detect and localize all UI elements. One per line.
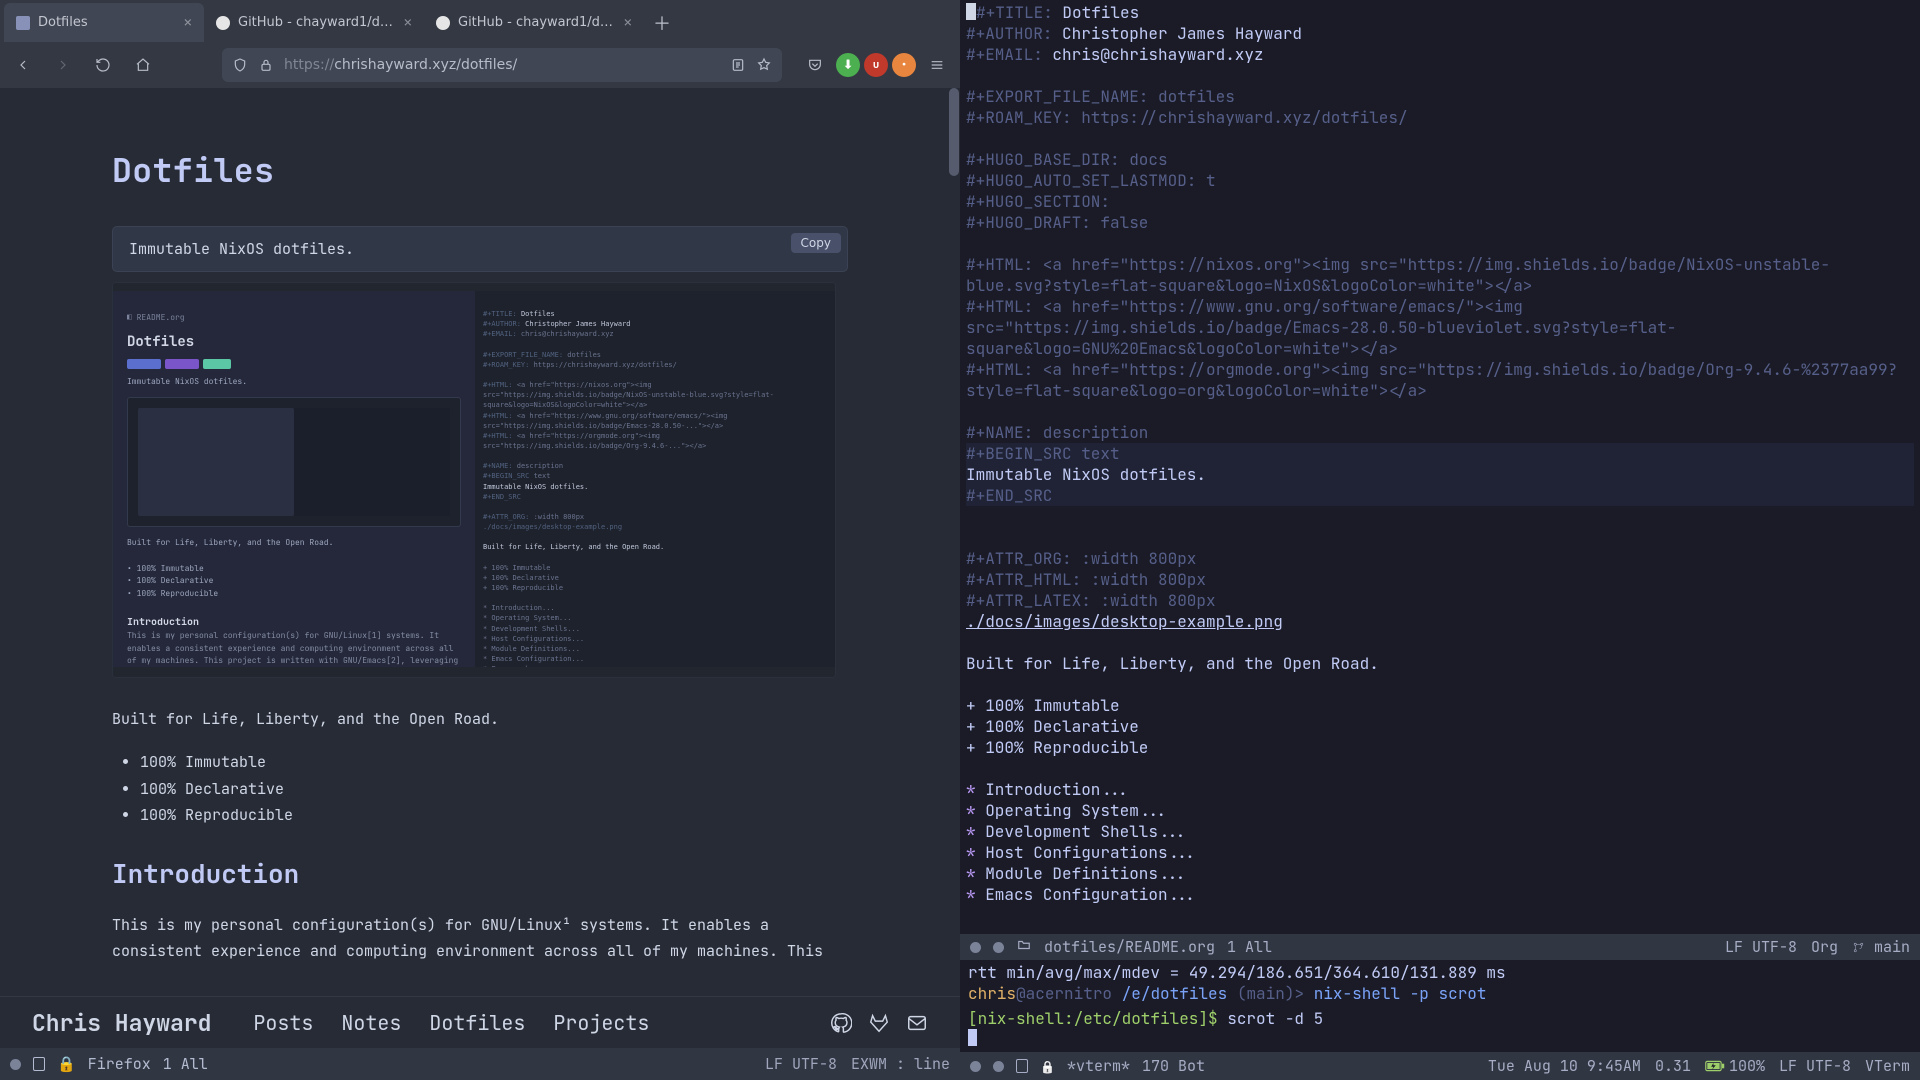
folder-icon <box>1016 937 1032 957</box>
new-tab-button[interactable]: ＋ <box>644 3 680 42</box>
github-icon[interactable] <box>830 1012 852 1034</box>
status-dot-icon <box>10 1059 21 1070</box>
status-dot-icon <box>993 942 1004 953</box>
lock-icon <box>1040 1056 1055 1076</box>
buffer-path: dotfiles/README.org <box>1044 937 1215 957</box>
modeline-vterm: *vterm* 170 Bot Tue Aug 10 9:45AM 0.31 1… <box>960 1052 1920 1080</box>
code-text: Immutable NixOS dotfiles. <box>129 239 831 259</box>
list-item: 100% Reproducible <box>140 802 848 828</box>
lock-icon <box>258 57 274 73</box>
major-mode: Org <box>1811 937 1838 957</box>
firefox-toolbar: https://chrishayward.xyz/dotfiles/ ⬇ u • <box>0 42 960 88</box>
url-text: https://chrishayward.xyz/dotfiles/ <box>284 57 720 73</box>
nav-link-posts[interactable]: Posts <box>253 1010 313 1036</box>
bookmark-star-icon[interactable] <box>756 57 772 73</box>
forward-button[interactable] <box>46 48 80 82</box>
favicon-icon <box>216 16 230 30</box>
coding: LF UTF-8 <box>1779 1056 1851 1076</box>
position: 170 Bot <box>1142 1056 1205 1076</box>
copy-button[interactable]: Copy <box>791 233 841 253</box>
status-dot-icon <box>970 942 981 953</box>
nav-link-projects[interactable]: Projects <box>553 1010 649 1036</box>
modeline-firefox: 🔒 Firefox 1 All LF UTF-8 EXWM : line <box>0 1048 960 1080</box>
feature-list: 100% Immutable 100% Declarative 100% Rep… <box>140 749 848 828</box>
close-icon[interactable]: ✕ <box>624 14 632 32</box>
desktop-screenshot-image: ◧ README.org Dotfiles Immutable NixOS do… <box>112 282 836 678</box>
buffer-name: *vterm* <box>1067 1056 1130 1076</box>
extension-icon[interactable]: • <box>892 53 916 77</box>
list-item: 100% Immutable <box>140 749 848 775</box>
close-icon[interactable]: ✕ <box>184 14 192 32</box>
tagline: Built for Life, Liberty, and the Open Ro… <box>112 708 848 731</box>
firefox-window: Dotfiles ✕ GitHub - chayward1/dotf… ✕ Gi… <box>0 0 960 1080</box>
major-mode: EXWM : line <box>851 1054 950 1074</box>
gitlab-icon[interactable] <box>868 1012 890 1034</box>
page-viewport: Dotfiles Copy Immutable NixOS dotfiles. … <box>0 88 960 996</box>
battery-indicator: 100% <box>1705 1056 1765 1076</box>
coding: LF UTF-8 <box>1725 937 1797 957</box>
position: 1 All <box>163 1054 208 1074</box>
tab-label: GitHub - chayward1/dotf… <box>458 15 616 30</box>
page-title: Dotfiles <box>112 148 848 192</box>
scrollbar[interactable] <box>949 88 959 176</box>
back-button[interactable] <box>6 48 40 82</box>
close-icon[interactable]: ✕ <box>404 14 412 32</box>
firefox-tabbar: Dotfiles ✕ GitHub - chayward1/dotf… ✕ Gi… <box>0 0 960 42</box>
lock-icon: 🔒 <box>57 1054 76 1074</box>
vterm-cursor <box>968 1029 1912 1051</box>
position: 1 All <box>1227 937 1272 957</box>
app-menu-button[interactable] <box>920 48 954 82</box>
mail-icon[interactable] <box>906 1012 928 1034</box>
modeline-org: dotfiles/README.org 1 All LF UTF-8 Org m… <box>960 934 1920 960</box>
emacs-frame: #+TITLE: Dotfiles #+AUTHOR: Christopher … <box>960 0 1920 1080</box>
status-dot-icon <box>970 1061 981 1072</box>
vterm-line: rtt min/avg/max/mdev = 49.294/186.651/36… <box>968 962 1912 983</box>
favicon-icon <box>16 16 30 30</box>
browser-tab-github-2[interactable]: GitHub - chayward1/dotf… ✕ <box>424 3 644 42</box>
intro-paragraph: This is my personal configuration(s) for… <box>112 913 848 964</box>
home-button[interactable] <box>126 48 160 82</box>
browser-tab-dotfiles[interactable]: Dotfiles ✕ <box>4 3 204 42</box>
git-branch: main <box>1852 937 1910 957</box>
extension-icon[interactable]: ⬇ <box>836 53 860 77</box>
site-brand[interactable]: Chris Hayward <box>32 1008 211 1038</box>
browser-tab-github-1[interactable]: GitHub - chayward1/dotf… ✕ <box>204 3 424 42</box>
vterm-buffer[interactable]: rtt min/avg/max/mdev = 49.294/186.651/36… <box>960 960 1920 1052</box>
clock: Tue Aug 10 9:45AM <box>1488 1056 1641 1076</box>
reader-mode-icon[interactable] <box>730 57 746 73</box>
file-icon <box>1016 1059 1028 1073</box>
coding: LF UTF-8 <box>765 1054 837 1074</box>
tab-label: Dotfiles <box>38 15 176 30</box>
major-mode: VTerm <box>1865 1056 1910 1076</box>
section-heading: Introduction <box>112 856 848 891</box>
buffer-name: Firefox <box>88 1054 151 1074</box>
shield-icon <box>232 57 248 73</box>
vterm-line: [nix-shell:/etc/dotfiles]$ scrot -d 5 <box>968 1008 1912 1029</box>
site-nav: Chris Hayward Posts Notes Dotfiles Proje… <box>0 996 960 1048</box>
code-block: Copy Immutable NixOS dotfiles. <box>112 226 848 272</box>
load-avg: 0.31 <box>1655 1056 1691 1076</box>
ublock-icon[interactable]: u <box>864 53 888 77</box>
status-dot-icon <box>993 1061 1004 1072</box>
pocket-icon[interactable] <box>798 48 832 82</box>
url-bar[interactable]: https://chrishayward.xyz/dotfiles/ <box>222 48 782 82</box>
file-icon <box>33 1057 45 1071</box>
org-buffer[interactable]: #+TITLE: Dotfiles #+AUTHOR: Christopher … <box>960 0 1920 934</box>
nav-link-dotfiles[interactable]: Dotfiles <box>429 1010 525 1036</box>
vterm-line: chris@acernitro /e/dotfiles (main)> nix-… <box>968 983 1912 1004</box>
favicon-icon <box>436 16 450 30</box>
nav-link-notes[interactable]: Notes <box>341 1010 401 1036</box>
tab-label: GitHub - chayward1/dotf… <box>238 15 396 30</box>
list-item: 100% Declarative <box>140 776 848 802</box>
reload-button[interactable] <box>86 48 120 82</box>
